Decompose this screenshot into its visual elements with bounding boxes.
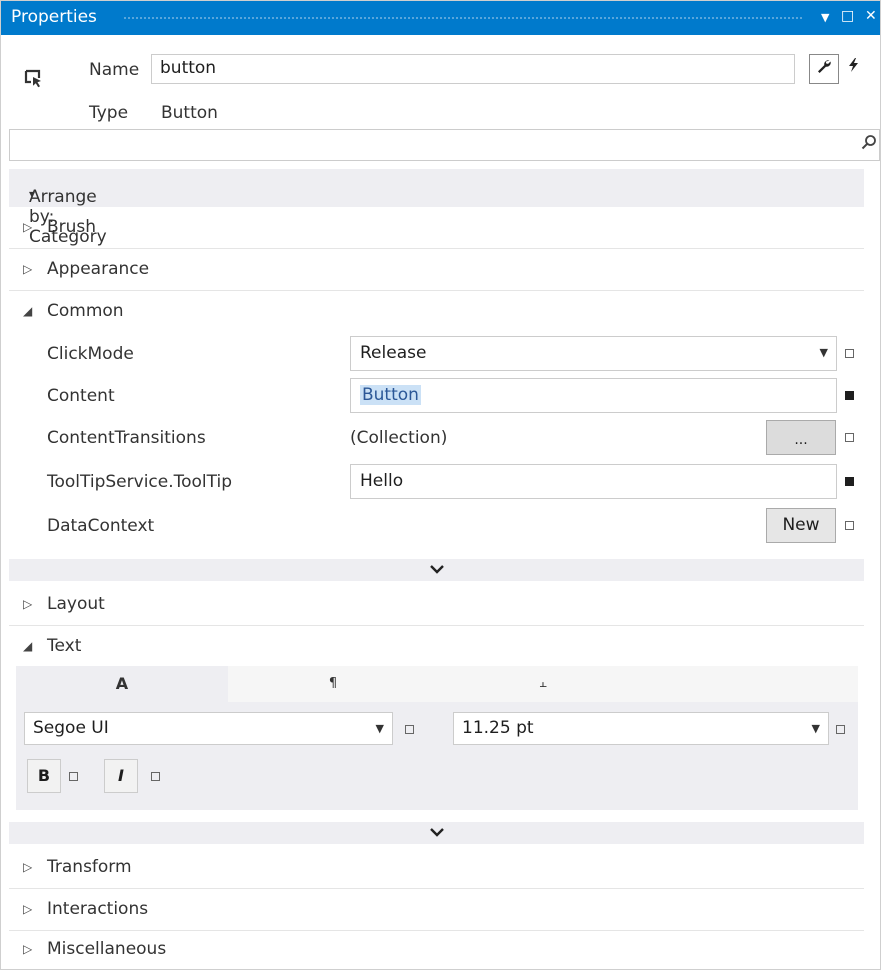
category-label: Interactions [47,899,149,919]
category-appearance[interactable]: ▷ Appearance [9,251,864,291]
property-name: ClickMode [47,344,134,364]
new-datacontext-button[interactable]: New [766,508,836,543]
category-label: Brush [47,217,97,237]
category-transform[interactable]: ▷ Transform [9,849,864,889]
property-name: Content [47,386,115,406]
property-value: (Collection) [350,428,448,448]
chevron-down-icon [429,823,445,842]
name-label: Name [89,60,140,80]
property-marker[interactable] [151,772,160,781]
category-label: Transform [47,857,132,877]
font-family-value: Segoe UI [33,718,109,738]
chevron-down-icon: ▼ [811,722,820,735]
type-value: Button [161,103,218,123]
close-icon[interactable]: ✕ [865,8,877,24]
content-value: Button [360,385,421,405]
italic-button[interactable]: I [104,759,138,793]
property-marker[interactable] [845,521,854,530]
title-bar: Properties ▼ □ ✕ [1,1,880,35]
property-name: DataContext [47,516,155,536]
expand-triangle-icon: ▷ [23,597,33,611]
arrange-by-dropdown[interactable]: Arrange by: Category ▾ [9,169,864,247]
category-label: Miscellaneous [47,939,167,959]
chevron-down-icon: ▾ [29,187,36,201]
collection-editor-button[interactable]: ... [766,420,836,455]
show-advanced-toggle[interactable] [9,559,864,581]
search-input[interactable] [9,129,880,161]
tab-paragraph[interactable]: ¶ [228,666,438,702]
property-row-datacontext: DataContext New [9,506,864,548]
category-label: Layout [47,594,105,614]
tab-line-height[interactable]: ⫠ [438,666,648,702]
property-marker[interactable] [405,725,414,734]
category-text[interactable]: ◢ Text [9,628,864,668]
collapse-triangle-icon: ◢ [23,304,33,318]
chevron-down-icon: ▼ [819,346,828,359]
chevron-down-icon: ▼ [375,722,384,735]
category-label: Appearance [47,259,150,279]
maximize-icon[interactable]: □ [841,8,854,24]
property-name: ContentTransitions [47,428,206,448]
text-tab-bar: A ¶ ⫠ [16,666,858,702]
grip-pattern [123,16,803,21]
tooltip-input[interactable]: Hello [350,464,837,499]
panel-title: Properties [11,7,97,27]
lightning-icon[interactable] [839,54,869,84]
clickmode-select[interactable]: Release ▼ [350,336,837,371]
property-row-clickmode: ClickMode Release ▼ [9,334,864,376]
property-row-contenttransitions: ContentTransitions (Collection) ... [9,418,864,460]
property-marker[interactable] [845,477,854,486]
expand-triangle-icon: ▷ [23,860,33,874]
show-advanced-toggle[interactable] [9,822,864,844]
search-icon[interactable] [861,134,877,155]
property-row-content: Content Button [9,376,864,418]
dropdown-icon[interactable]: ▼ [821,11,829,24]
cursor-select-icon [23,67,45,95]
chevron-down-icon [429,560,445,579]
type-label: Type [89,103,129,123]
tab-font[interactable]: A [16,666,228,702]
category-miscellaneous[interactable]: ▷ Miscellaneous [9,931,864,969]
property-row-tooltip: ToolTipService.ToolTip Hello [9,462,864,504]
expand-triangle-icon: ▷ [23,220,33,234]
properties-panel: Properties ▼ □ ✕ Name button Type Button… [0,0,881,970]
expand-triangle-icon: ▷ [23,902,33,916]
category-label: Text [47,636,82,656]
content-input[interactable]: Button [350,378,837,413]
collapse-triangle-icon: ◢ [23,639,33,653]
property-marker[interactable] [836,725,845,734]
clickmode-value: Release [360,343,427,363]
font-size-value: 11.25 pt [462,718,534,738]
property-marker[interactable] [845,349,854,358]
category-label: Common [47,301,124,321]
expand-triangle-icon: ▷ [23,942,33,956]
text-properties-panel: A ¶ ⫠ Segoe UI ▼ 11.25 pt ▼ B I [16,666,858,810]
name-field[interactable]: button [151,54,795,84]
category-brush[interactable]: ▷ Brush [9,209,864,249]
category-interactions[interactable]: ▷ Interactions [9,891,864,931]
category-common[interactable]: ◢ Common [9,293,864,333]
property-marker[interactable] [845,391,854,400]
bold-button[interactable]: B [27,759,61,793]
property-marker[interactable] [69,772,78,781]
font-size-select[interactable]: 11.25 pt ▼ [453,712,829,745]
font-family-select[interactable]: Segoe UI ▼ [24,712,393,745]
expand-triangle-icon: ▷ [23,262,33,276]
property-name: ToolTipService.ToolTip [47,472,233,492]
wrench-icon[interactable] [809,54,839,84]
property-marker[interactable] [845,433,854,442]
category-layout[interactable]: ▷ Layout [9,586,864,626]
